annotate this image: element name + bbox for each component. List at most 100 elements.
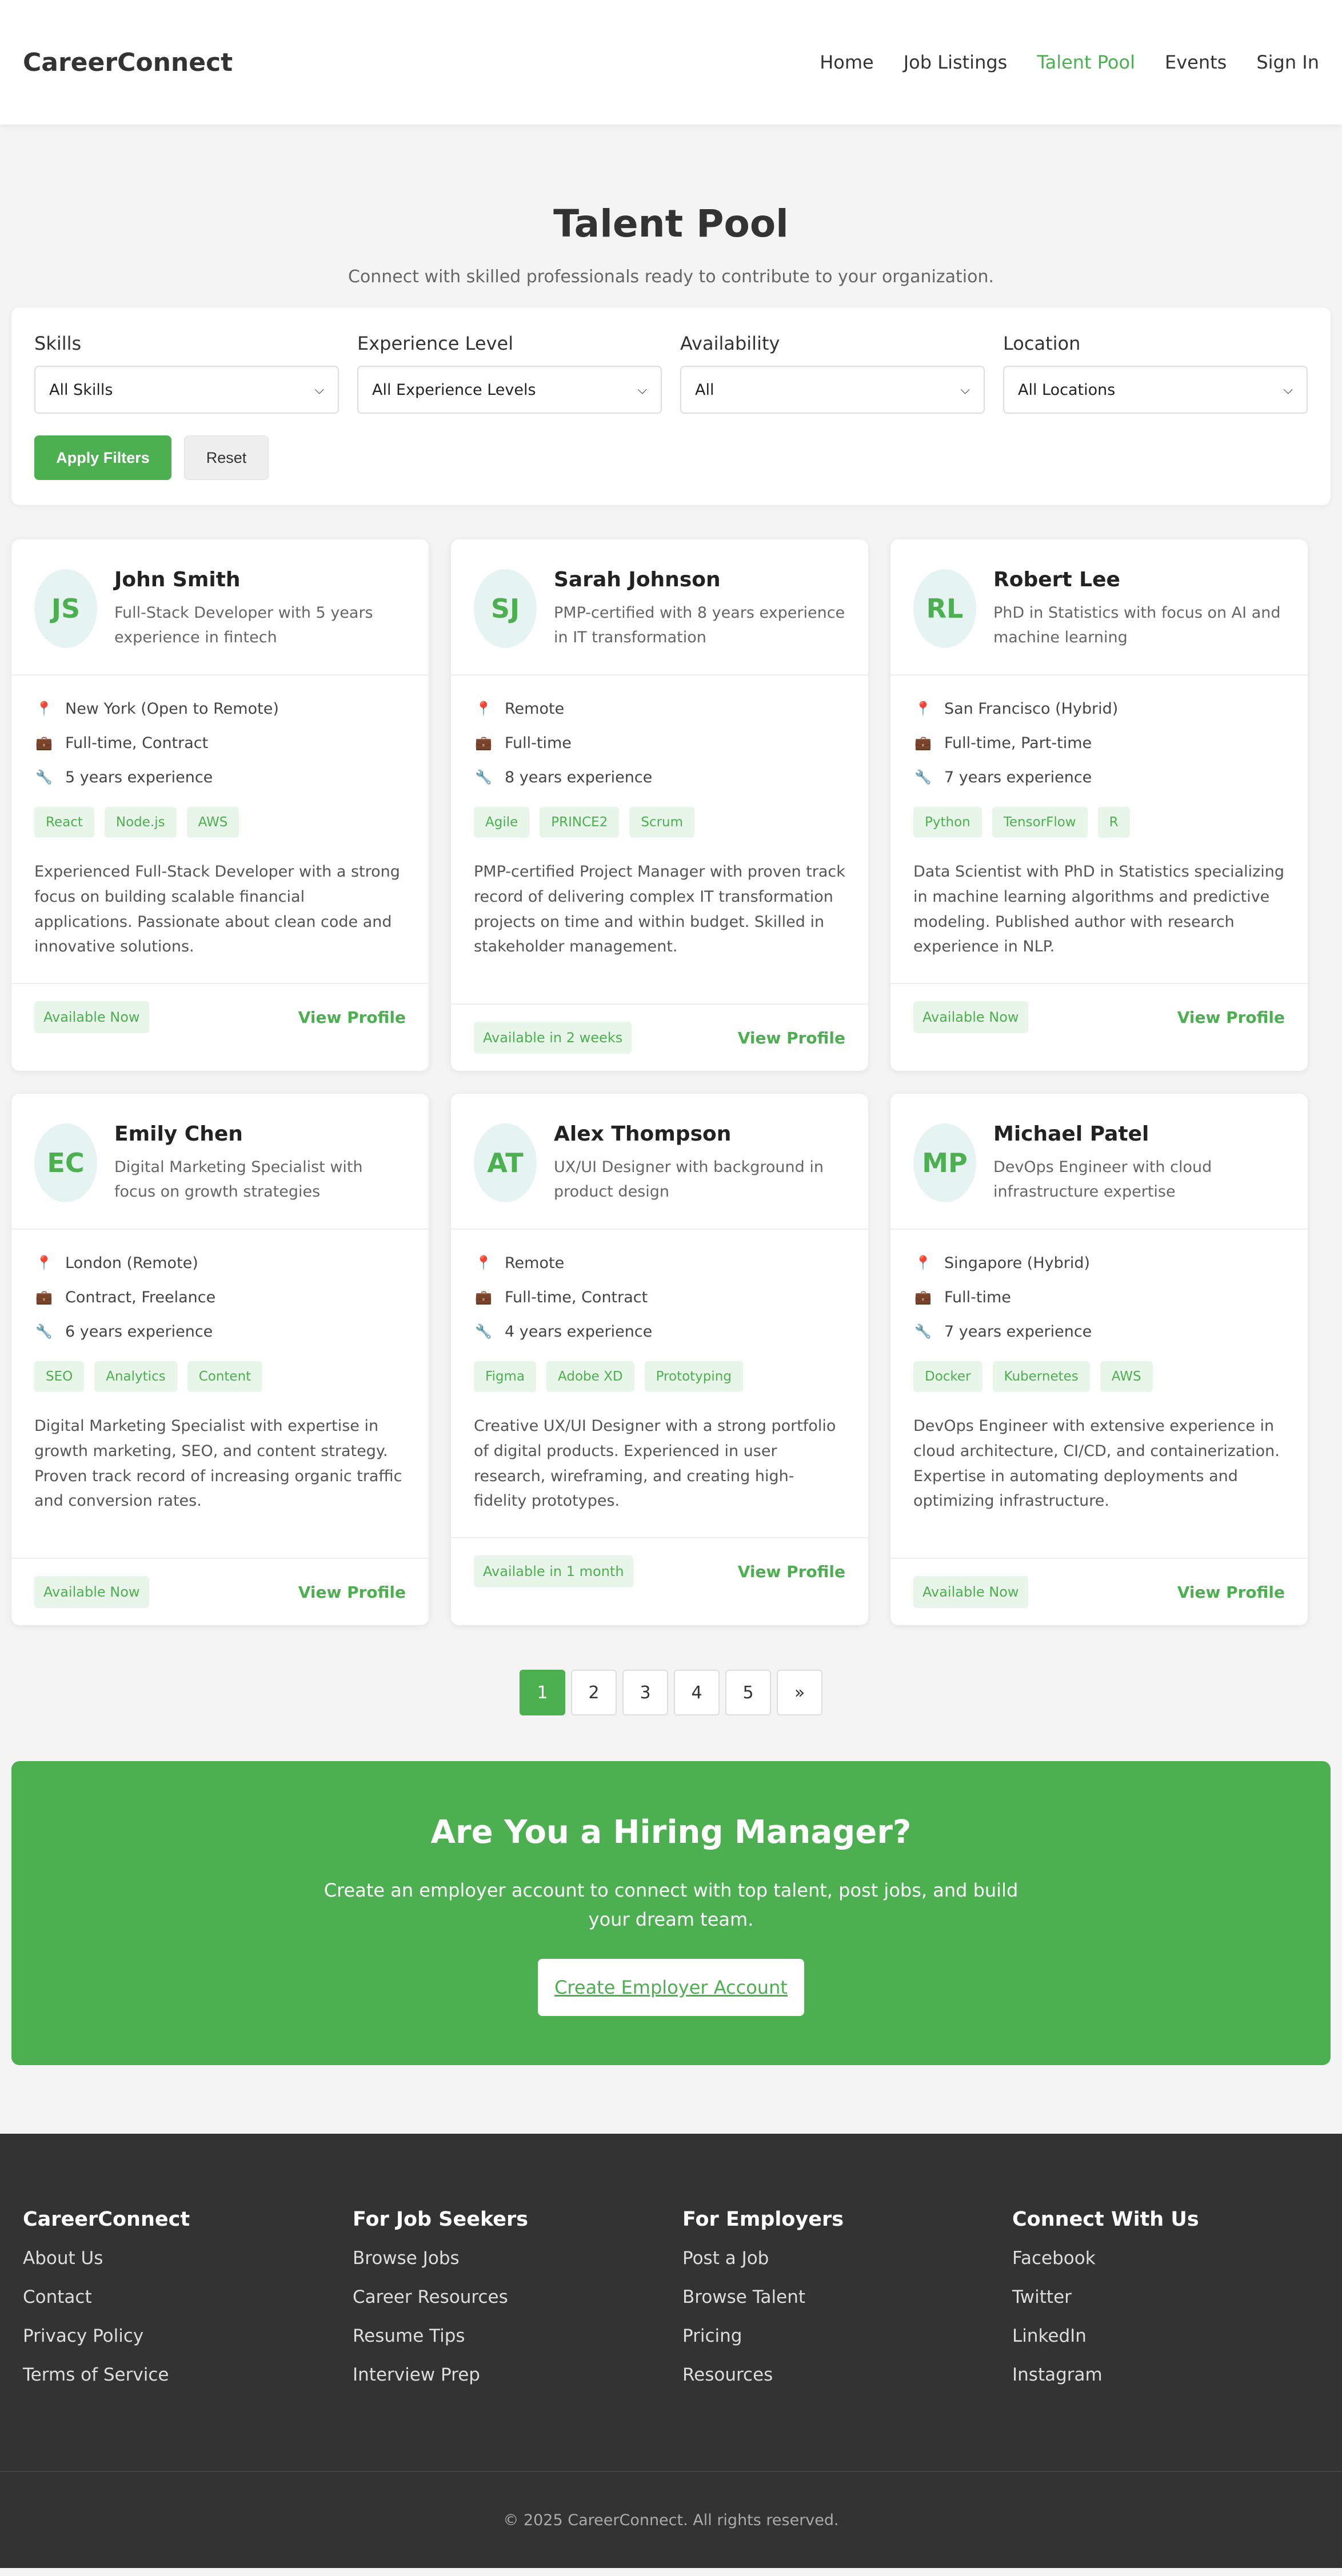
footer-link[interactable]: Instagram — [1012, 2365, 1319, 2385]
availability-badge: Available Now — [34, 1001, 149, 1034]
candidate-bio: Experienced Full-Stack Developer with a … — [34, 863, 400, 956]
candidate-info: Sarah Johnson PMP-certified with 8 years … — [554, 568, 845, 650]
candidate-location-text: Remote — [505, 699, 565, 718]
pagination: 1 2 3 4 5» — [11, 1670, 1331, 1716]
card-footer: Available Now View Profile — [890, 983, 1308, 1071]
nav-sign-in[interactable]: Sign In — [1256, 51, 1319, 73]
footer-link[interactable]: Pricing — [682, 2326, 989, 2346]
avatar: MP — [913, 1123, 976, 1203]
skill-tag: Node.js — [104, 807, 177, 838]
skill-tags: Figma Adobe XD Prototyping — [474, 1361, 845, 1393]
footer-link[interactable]: Facebook — [1012, 2248, 1319, 2269]
site-footer: CareerConnect About Us Contact Privacy Poli… — [0, 2134, 1342, 2569]
nav-events[interactable]: Events — [1165, 51, 1227, 73]
create-employer-account-button[interactable]: Create Employer Account — [538, 1959, 804, 2017]
footer-link[interactable]: Post a Job — [682, 2248, 989, 2269]
candidate-info: Michael Patel DevOps Engineer with cloud … — [993, 1122, 1285, 1204]
skill-tag: Figma — [474, 1361, 537, 1393]
view-profile-link[interactable]: View Profile — [1177, 1008, 1285, 1027]
view-profile-link[interactable]: View Profile — [738, 1029, 845, 1047]
candidate-headline: UX/UI Designer with background in produc… — [554, 1158, 824, 1201]
candidate-card: RL Robert Lee PhD in Statistics with focus… — [890, 539, 1308, 1071]
footer-link[interactable]: Contact — [23, 2287, 330, 2307]
apply-filters-button[interactable]: Apply Filters — [34, 435, 171, 481]
skill-tag: React — [34, 807, 94, 838]
candidate-employment-type-text: Full-time, Part-time — [944, 734, 1092, 752]
card-body: 📍 Remote 💼 Full-time, Contract 🔧 4 years expe… — [451, 1230, 868, 1537]
main-nav: Home Job Listings Talent Pool Events Sig… — [820, 51, 1319, 73]
view-profile-link[interactable]: View Profile — [298, 1583, 406, 1602]
candidate-bio: DevOps Engineer with extensive experienc… — [913, 1417, 1280, 1510]
footer-link[interactable]: Browse Talent — [682, 2287, 989, 2307]
page-button-1[interactable]: 1 — [520, 1670, 565, 1716]
filter-skills-label: Skills — [34, 333, 82, 355]
candidate-info: Emily Chen Digital Marketing Specialist w… — [114, 1122, 406, 1204]
footer-link[interactable]: Interview Prep — [353, 2365, 660, 2385]
candidate-employment-type-text: Full-time, Contract — [65, 734, 209, 752]
page-button-2[interactable]: 2 — [571, 1670, 617, 1716]
skill-tags: Docker Kubernetes AWS — [913, 1361, 1285, 1393]
candidate-headline: Digital Marketing Specialist with focus … — [114, 1158, 363, 1201]
employer-cta: Are You a Hiring Manager? Create an empl… — [11, 1761, 1331, 2066]
footer-link[interactable]: About Us — [23, 2248, 330, 2269]
next-page-button[interactable]: » — [777, 1670, 822, 1716]
footer-column-title: For Employers — [682, 2208, 844, 2231]
candidate-employment-type: 💼 Full-time, Contract — [34, 733, 406, 753]
wrench-icon: 🔧 — [35, 769, 53, 786]
candidate-employment-type: 💼 Full-time — [913, 1287, 1285, 1307]
briefcase-icon: 💼 — [35, 1289, 53, 1306]
footer-link[interactable]: Resume Tips — [353, 2326, 660, 2346]
view-profile-link[interactable]: View Profile — [1177, 1583, 1285, 1602]
skill-tag: SEO — [34, 1361, 85, 1393]
candidate-headline: DevOps Engineer with cloud infrastructur… — [993, 1158, 1212, 1201]
page-button-3[interactable]: 3 — [622, 1670, 668, 1716]
pin-icon: 📍 — [914, 1255, 932, 1271]
footer-link[interactable]: Resources — [682, 2365, 989, 2385]
skill-tag: Docker — [913, 1361, 982, 1393]
footer-link[interactable]: Twitter — [1012, 2287, 1319, 2307]
skill-tag: Analytics — [94, 1361, 177, 1393]
candidate-experience: 🔧 7 years experience — [913, 767, 1285, 787]
availability-badge: Available Now — [34, 1576, 149, 1609]
page-hero: Talent Pool Connect with skilled profess… — [0, 125, 1342, 287]
candidate-location: 📍 London (Remote) — [34, 1253, 406, 1273]
filter-location: Location All Locations ⌵ — [1003, 333, 1308, 414]
footer-link[interactable]: LinkedIn — [1012, 2326, 1319, 2346]
avatar: JS — [34, 569, 97, 649]
site-logo[interactable]: CareerConnect — [23, 48, 233, 77]
page-button-4[interactable]: 4 — [674, 1670, 720, 1716]
skill-tag: PRINCE2 — [540, 807, 620, 838]
card-header: RL Robert Lee PhD in Statistics with focus… — [890, 539, 1308, 676]
experience-select[interactable]: All Experience Levels ⌵ — [357, 366, 662, 414]
footer-link[interactable]: Privacy Policy — [23, 2326, 330, 2346]
candidate-card: JS John Smith Full-Stack Developer with 5 … — [11, 539, 429, 1071]
skill-tag: AWS — [1100, 1361, 1153, 1393]
avatar: RL — [913, 569, 976, 649]
nav-talent-pool[interactable]: Talent Pool — [1037, 51, 1135, 73]
footer-link[interactable]: Browse Jobs — [353, 2248, 660, 2269]
page-button-5[interactable]: 5 — [725, 1670, 771, 1716]
footer-link[interactable]: Terms of Service — [23, 2365, 330, 2385]
skill-tag: R — [1097, 807, 1130, 838]
candidate-location-text: Singapore (Hybrid) — [944, 1254, 1091, 1272]
candidate-experience-text: 5 years experience — [65, 768, 213, 786]
candidate-employment-type-text: Full-time — [944, 1288, 1011, 1306]
candidate-location: 📍 San Francisco (Hybrid) — [913, 698, 1285, 719]
filter-experience-label: Experience Level — [357, 333, 514, 355]
skill-tag: Adobe XD — [546, 1361, 634, 1393]
availability-badge: Available Now — [913, 1576, 1028, 1609]
nav-job-listings[interactable]: Job Listings — [904, 51, 1008, 73]
skills-select[interactable]: All Skills ⌵ — [34, 366, 339, 414]
reset-filters-button[interactable]: Reset — [184, 435, 269, 481]
candidate-employment-type-text: Full-time — [505, 734, 572, 752]
nav-home[interactable]: Home — [820, 51, 874, 73]
filter-panel: Skills All Skills ⌵ Experience Level All… — [11, 307, 1331, 506]
view-profile-link[interactable]: View Profile — [298, 1008, 406, 1027]
view-profile-link[interactable]: View Profile — [738, 1562, 845, 1581]
availability-badge: Available in 1 month — [474, 1555, 633, 1588]
candidate-card: SJ Sarah Johnson PMP-certified with 8 year… — [451, 539, 868, 1071]
availability-select[interactable]: All ⌵ — [680, 366, 985, 414]
candidate-bio: Data Scientist with PhD in Statistics sp… — [913, 863, 1285, 956]
location-select[interactable]: All Locations ⌵ — [1003, 366, 1308, 414]
footer-link[interactable]: Career Resources — [353, 2287, 660, 2307]
